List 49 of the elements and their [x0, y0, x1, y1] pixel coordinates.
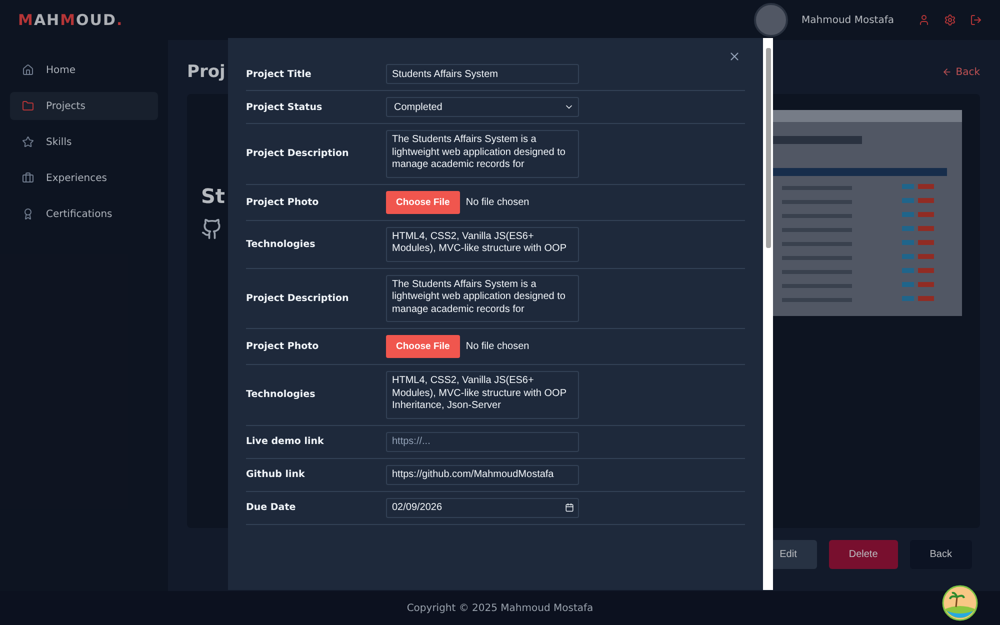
- textarea-field[interactable]: The Students Affairs System is a lightweight web application designed to manage academic records for: [386, 274, 579, 322]
- avatar: [754, 3, 788, 37]
- back-link[interactable]: Back: [942, 66, 980, 78]
- github-icon[interactable]: [201, 218, 223, 240]
- field-label: Technologies: [246, 238, 316, 250]
- field-label: Live demo link: [246, 436, 325, 447]
- arrow-left-icon: [942, 67, 952, 77]
- user-name: Mahmoud Mostafa: [802, 14, 894, 26]
- user-icon[interactable]: [918, 14, 930, 26]
- text-field[interactable]: https://...: [386, 432, 579, 452]
- page-title: Proj: [187, 62, 226, 82]
- field-label: Github link: [246, 469, 306, 480]
- date-field[interactable]: 02/09/2026: [386, 498, 579, 518]
- island-icon[interactable]: [942, 585, 978, 621]
- back-button[interactable]: Back: [910, 540, 972, 569]
- logout-icon[interactable]: [970, 14, 982, 26]
- textarea-field[interactable]: HTML4, CSS2, Vanilla JS(ES6+ Modules), MVC-like structure with OOP Inheritance, Json-Server: [386, 371, 579, 418]
- sidebar-item[interactable]: Experiences: [10, 164, 158, 192]
- close-icon[interactable]: [728, 50, 741, 63]
- field-label: Project Photo: [246, 341, 320, 352]
- textarea-field[interactable]: The Students Affairs System is a lightweight web application designed to manage academic records for: [386, 130, 579, 178]
- sidebar-item[interactable]: Certifications: [10, 200, 158, 228]
- text-field[interactable]: Students Affairs System: [386, 64, 579, 84]
- text-field[interactable]: https://github.com/MahmoudMostafa: [386, 464, 579, 484]
- calendar-icon: [565, 503, 574, 512]
- home-icon: [22, 64, 34, 76]
- field-label: Project Photo: [246, 196, 320, 208]
- delete-button[interactable]: Delete: [828, 540, 898, 569]
- briefcase-icon: [22, 172, 34, 184]
- scrollbar[interactable]: [763, 38, 773, 590]
- sidebar-item[interactable]: Projects: [10, 92, 158, 120]
- file-status: No file chosen: [466, 196, 530, 208]
- field-label: Project Status: [246, 102, 324, 112]
- star-icon: [22, 136, 34, 148]
- settings-icon[interactable]: [944, 14, 956, 26]
- award-icon: [22, 208, 34, 220]
- sidebar-item[interactable]: Skills: [10, 128, 158, 156]
- field-label: Due Date: [246, 502, 297, 513]
- project-heading: St: [201, 184, 225, 208]
- file-status: No file chosen: [466, 341, 530, 352]
- status-select[interactable]: Completed: [386, 97, 579, 117]
- logo[interactable]: MAH MOUD.: [18, 11, 124, 29]
- field-label: Technologies: [246, 389, 316, 400]
- field-label: Project Title: [246, 68, 312, 80]
- textarea-field[interactable]: HTML4, CSS2, Vanilla JS(ES6+ Modules), MVC-like structure with OOP: [386, 226, 579, 262]
- field-label: Project Description: [246, 148, 350, 160]
- folder-icon: [22, 100, 34, 112]
- field-label: Project Description: [246, 292, 350, 304]
- sidebar-item[interactable]: Home: [10, 56, 158, 84]
